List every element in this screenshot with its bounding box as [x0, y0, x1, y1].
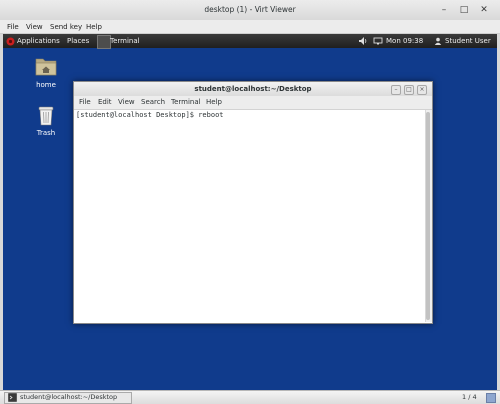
terminal-window[interactable]: student@localhost:~/Desktop – □ × File E… [73, 81, 433, 324]
terminal-output[interactable]: [student@localhost Desktop]$ reboot [74, 110, 424, 322]
workspace-indicator[interactable]: 1 / 4 [462, 392, 477, 403]
terminal-maximize-icon[interactable]: □ [404, 85, 414, 95]
maximize-icon[interactable]: □ [458, 4, 470, 16]
viewer-menu-file[interactable]: File [7, 21, 19, 33]
terminal-menu-help[interactable]: Help [206, 96, 222, 109]
terminal-menu-view[interactable]: View [118, 96, 135, 109]
terminal-menu-edit[interactable]: Edit [98, 96, 112, 109]
viewer-menu-help[interactable]: Help [86, 21, 102, 33]
terminal-title: student@localhost:~/Desktop [194, 85, 312, 93]
minimize-icon[interactable]: – [438, 4, 450, 16]
network-icon[interactable] [373, 37, 383, 45]
close-icon[interactable]: ✕ [478, 4, 490, 16]
viewer-menu-view[interactable]: View [26, 21, 43, 33]
user-icon [434, 37, 442, 45]
workspace-switcher[interactable] [486, 393, 496, 403]
user-menu[interactable]: Student User [445, 34, 491, 48]
taskbar-item-label: student@localhost:~/Desktop [20, 393, 118, 401]
terminal-menu-terminal[interactable]: Terminal [171, 96, 201, 109]
terminal-close-icon[interactable]: × [417, 85, 427, 95]
viewer-window-title: desktop (1) - Virt Viewer [204, 5, 296, 14]
fedora-logo-icon [6, 37, 15, 46]
volume-icon[interactable] [359, 37, 368, 45]
taskbar-terminal-icon [8, 393, 17, 402]
clock[interactable]: Mon 09:38 [386, 34, 423, 48]
terminal-menu-file[interactable]: File [79, 96, 91, 109]
terminal-app-icon [97, 35, 111, 49]
trash-icon[interactable] [37, 104, 55, 126]
home-icon-label[interactable]: home [26, 81, 66, 89]
places-menu[interactable]: Places [67, 34, 89, 48]
terminal-prompt-line: [student@localhost Desktop]$ reboot [76, 111, 224, 119]
guest-desktop[interactable]: Applications Places Terminal Mon 09:38 S… [3, 34, 497, 390]
trash-icon-label[interactable]: Trash [26, 129, 66, 137]
viewer-menu-send-key[interactable]: Send key [50, 21, 82, 33]
terminal-scrollbar-thumb[interactable] [426, 112, 430, 320]
terminal-minimize-icon[interactable]: – [391, 85, 401, 95]
applications-menu[interactable]: Applications [17, 34, 60, 48]
home-folder-icon[interactable] [35, 56, 57, 76]
active-app-menu[interactable]: Terminal [110, 34, 140, 48]
terminal-menu-search[interactable]: Search [141, 96, 165, 109]
